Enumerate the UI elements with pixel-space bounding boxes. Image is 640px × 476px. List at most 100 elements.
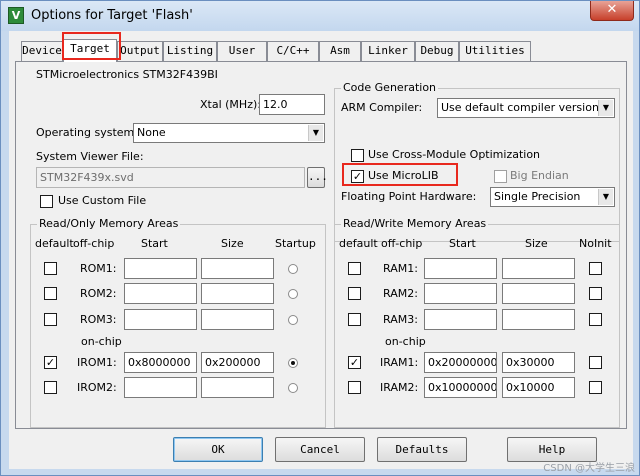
ram1-start-input[interactable] — [424, 258, 497, 279]
irom2-startup-radio[interactable] — [288, 383, 298, 393]
ram2-default-checkbox[interactable] — [348, 287, 361, 300]
iram1-noinit-checkbox[interactable] — [589, 356, 602, 369]
rom-header-size: Size — [221, 237, 244, 250]
tab-device[interactable]: Device — [21, 41, 63, 61]
target-panel: STMicroelectronics STM32F439BI Xtal (MHz… — [15, 61, 627, 429]
rom3-startup-radio[interactable] — [288, 315, 298, 325]
fpu-label: Floating Point Hardware: — [341, 190, 477, 203]
rom2-default-checkbox[interactable] — [44, 287, 57, 300]
rom-header-start: Start — [141, 237, 168, 250]
arm-compiler-label: ARM Compiler: — [341, 101, 423, 114]
ram-header-default: default — [339, 237, 378, 250]
irom2-start-input[interactable] — [124, 377, 197, 398]
iram2-label: IRAM2: — [380, 381, 419, 394]
iram1-size-input[interactable]: 0x30000 — [502, 352, 575, 373]
ram3-label: RAM3: — [383, 313, 418, 326]
ram1-noinit-checkbox[interactable] — [589, 262, 602, 275]
close-button[interactable]: ✕ — [590, 1, 634, 21]
iram2-noinit-checkbox[interactable] — [589, 381, 602, 394]
svd-browse-button[interactable]: ... — [307, 167, 328, 188]
tab-output[interactable]: Output — [117, 41, 163, 61]
tab-c-cpp[interactable]: C/C++ — [267, 41, 319, 61]
rom1-start-input[interactable] — [124, 258, 197, 279]
ram-header-noinit: NoInit — [579, 237, 612, 250]
rom-header-default: default — [35, 237, 74, 250]
options-dialog: V Options for Target 'Flash' ✕ Device Ta… — [0, 0, 640, 476]
iram2-start-input[interactable]: 0x10000000 — [424, 377, 497, 398]
irom1-startup-radio[interactable] — [288, 358, 298, 368]
ram3-start-input[interactable] — [424, 309, 497, 330]
ok-button[interactable]: OK — [173, 437, 263, 462]
arm-compiler-select[interactable]: Use default compiler version 5 ▼ — [437, 98, 615, 118]
tab-user[interactable]: User — [217, 41, 267, 61]
irom1-default-checkbox[interactable]: ✓ — [44, 356, 57, 369]
cross-module-checkbox[interactable] — [351, 149, 364, 162]
cross-module-label: Use Cross-Module Optimization — [368, 148, 541, 161]
rom1-default-checkbox[interactable] — [44, 262, 57, 275]
ram2-noinit-checkbox[interactable] — [589, 287, 602, 300]
os-select-value: None — [137, 126, 166, 139]
irom2-size-input[interactable] — [201, 377, 274, 398]
rom-group-title: Read/Only Memory Areas — [37, 217, 181, 230]
ram3-size-input[interactable] — [502, 309, 575, 330]
rom3-size-input[interactable] — [201, 309, 274, 330]
ram2-start-input[interactable] — [424, 283, 497, 304]
use-custom-file-label: Use Custom File — [58, 194, 147, 207]
chevron-down-icon[interactable]: ▼ — [598, 189, 613, 205]
rom-onchip-label: on-chip — [81, 335, 122, 348]
rom3-default-checkbox[interactable] — [44, 313, 57, 326]
rom2-startup-radio[interactable] — [288, 289, 298, 299]
microlib-checkbox[interactable]: ✓ — [351, 170, 364, 183]
iram1-default-checkbox[interactable]: ✓ — [348, 356, 361, 369]
rom1-startup-radio[interactable] — [288, 264, 298, 274]
use-custom-file-checkbox[interactable] — [40, 195, 53, 208]
rom3-start-input[interactable] — [124, 309, 197, 330]
ram3-noinit-checkbox[interactable] — [589, 313, 602, 326]
iram2-size-input[interactable]: 0x10000 — [502, 377, 575, 398]
title-bar[interactable]: V Options for Target 'Flash' ✕ — [1, 1, 639, 31]
os-label: Operating system: — [36, 126, 138, 139]
irom1-label: IROM1: — [77, 356, 117, 369]
rom2-size-input[interactable] — [201, 283, 274, 304]
ram1-default-checkbox[interactable] — [348, 262, 361, 275]
ram1-label: RAM1: — [383, 262, 418, 275]
device-name: STMicroelectronics STM32F439BI — [36, 68, 218, 81]
ram-onchip-label: on-chip — [385, 335, 426, 348]
tab-target[interactable]: Target — [63, 39, 117, 62]
xtal-input[interactable]: 12.0 — [259, 94, 325, 115]
rom2-start-input[interactable] — [124, 283, 197, 304]
irom2-label: IROM2: — [77, 381, 117, 394]
rom2-label: ROM2: — [80, 287, 117, 300]
fpu-select[interactable]: Single Precision ▼ — [490, 187, 615, 207]
irom2-default-checkbox[interactable] — [44, 381, 57, 394]
os-select[interactable]: None ▼ — [133, 123, 325, 143]
defaults-button[interactable]: Defaults — [377, 437, 467, 462]
iram1-start-input[interactable]: 0x20000000 — [424, 352, 497, 373]
rom1-label: ROM1: — [80, 262, 117, 275]
rom-group: Read/Only Memory Areas default off-chip … — [30, 217, 326, 428]
tab-debug[interactable]: Debug — [415, 41, 459, 61]
chevron-down-icon[interactable]: ▼ — [308, 125, 323, 141]
ram3-default-checkbox[interactable] — [348, 313, 361, 326]
keil-uvision-icon: V — [8, 7, 24, 24]
tab-linker[interactable]: Linker — [361, 41, 415, 61]
tab-asm[interactable]: Asm — [319, 41, 361, 61]
microlib-label: Use MicroLIB — [368, 169, 439, 182]
irom1-start-input[interactable]: 0x8000000 — [124, 352, 197, 373]
dialog-client: Device Target Output Listing User C/C++ … — [9, 31, 633, 469]
ram-header-size: Size — [525, 237, 548, 250]
ram1-size-input[interactable] — [502, 258, 575, 279]
big-endian-checkbox[interactable] — [494, 170, 507, 183]
rom1-size-input[interactable] — [201, 258, 274, 279]
tab-utilities[interactable]: Utilities — [459, 41, 531, 61]
iram2-default-checkbox[interactable] — [348, 381, 361, 394]
chevron-down-icon[interactable]: ▼ — [598, 100, 613, 116]
cancel-button[interactable]: Cancel — [275, 437, 365, 462]
ram-group-title: Read/Write Memory Areas — [341, 217, 489, 230]
ram-group: Read/Write Memory Areas default off-chip… — [334, 217, 620, 428]
tab-listing[interactable]: Listing — [163, 41, 217, 61]
irom1-size-input[interactable]: 0x200000 — [201, 352, 274, 373]
ram2-size-input[interactable] — [502, 283, 575, 304]
svd-input[interactable]: STM32F439x.svd — [36, 167, 305, 188]
xtal-label: Xtal (MHz): — [200, 98, 261, 111]
